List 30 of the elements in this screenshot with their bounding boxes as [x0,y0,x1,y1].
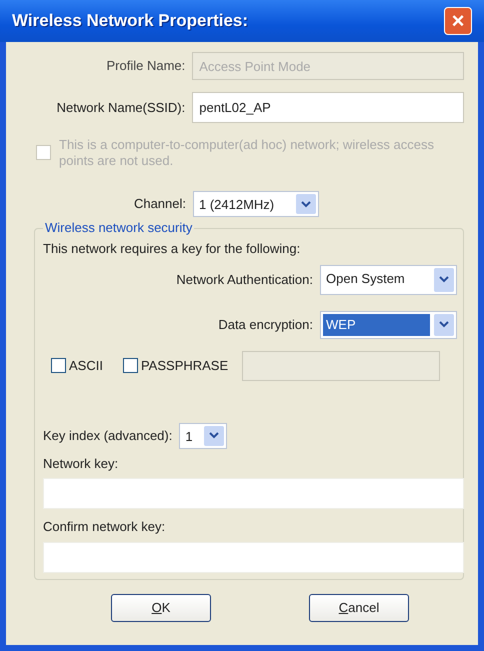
field-label: Key index (advanced): [43,426,174,445]
field-label: Network Name(SSID): [56,98,186,117]
channel-dropdown[interactable]: 1 (2412MHz) [193,191,319,217]
field-label: Network Authentication: [176,270,314,289]
group-legend: Wireless network security [43,221,194,235]
checkbox-label: PASSPHRASE [140,356,228,375]
field-label: Channel: [132,195,187,214]
authentication-dropdown[interactable]: Open System [320,264,457,294]
caret-icon [439,276,449,283]
checkbox-label: ASCII [69,356,103,375]
field-label: Profile Name: [106,57,186,76]
cancel-button[interactable]: Cancel [309,594,409,622]
field-label: Data encryption: [218,316,314,334]
key-index-dropdown[interactable]: 1 [179,422,228,448]
confirm-key-field[interactable] [43,542,464,572]
field-label: Confirm network key: [43,518,166,536]
ssid-field[interactable]: pentL02_AP [192,92,464,123]
intro-text: This network requires a key for the following: [43,240,302,258]
field-label: Network key: [43,454,120,473]
ok-button[interactable]: OK [111,594,211,622]
window-title: Wireless Network Properties: [12,10,248,32]
caret-icon [209,432,220,439]
network-key-field[interactable] [43,478,464,509]
close-button[interactable]: × [444,7,472,35]
encryption-dropdown[interactable]: WEP [320,310,457,338]
checkbox[interactable] [122,358,138,373]
checkbox-label: This is a computer-to-computer(ad hoc) network; wireless access points are not used. [59,137,435,169]
caret-icon [439,321,449,328]
caret-icon [301,200,311,208]
checkbox[interactable] [51,358,66,373]
